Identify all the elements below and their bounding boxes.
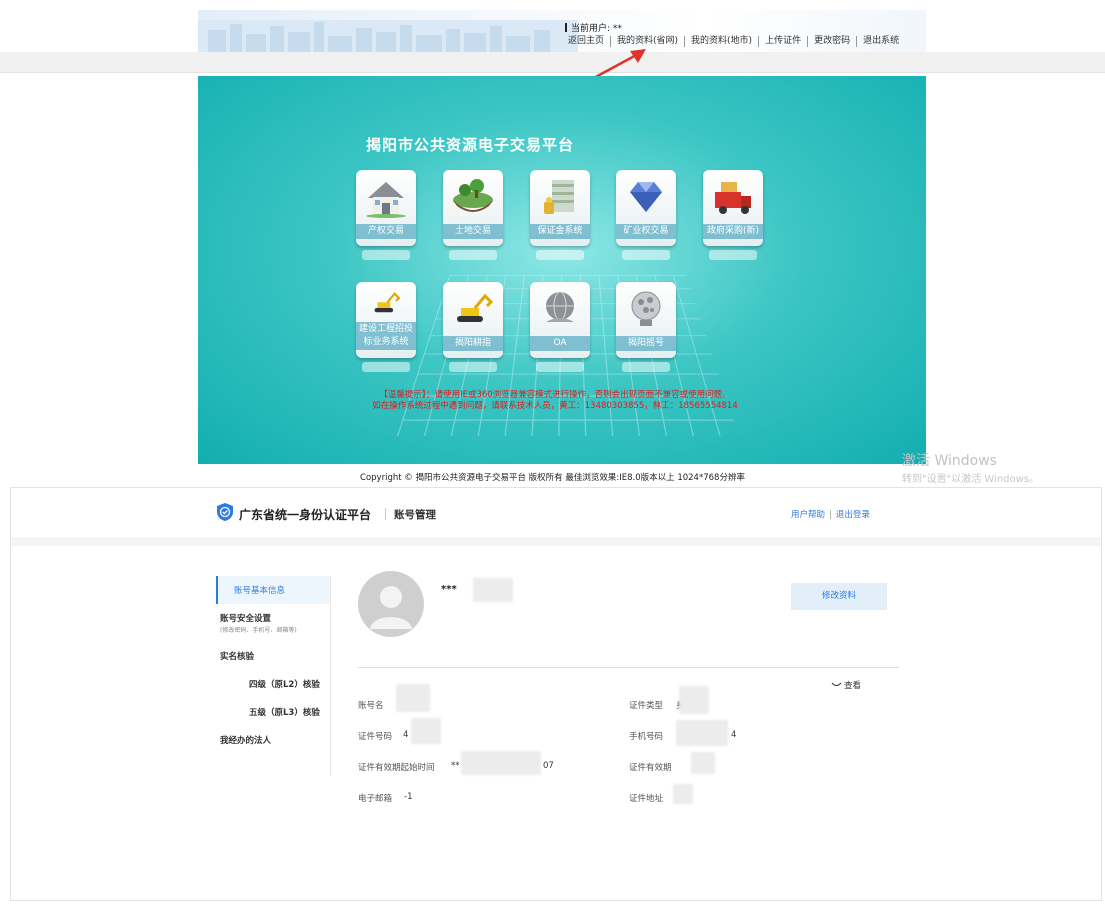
portal-title: 揭阳市公共资源电子交易平台 xyxy=(366,136,575,154)
valid-start-label: 证件有效期起始时间 xyxy=(358,763,435,773)
redacted-phone xyxy=(676,720,728,746)
view-label: 查看 xyxy=(844,681,862,691)
tile-label: 建设工程招投标业务系统 xyxy=(356,322,416,350)
sidebar-item-sublabel: (修改密码、手机号、邮箱等) xyxy=(220,627,297,634)
view-toggle[interactable]: 查看 xyxy=(831,679,861,691)
nav-change-password-link[interactable]: 更改密码 xyxy=(808,36,858,47)
tile-construction-bidding[interactable]: 建设工程招投标业务系统 xyxy=(356,282,416,372)
truck-icon xyxy=(715,182,751,214)
sidebar-item-label: 我经办的法人 xyxy=(220,736,272,746)
redacted-valid-start xyxy=(461,751,541,775)
valid-period-label: 证件有效期 xyxy=(629,763,672,773)
tile-label: 揭阳摇号 xyxy=(616,336,676,351)
windows-activate-subtitle: 转到"设置"以激活 Windows。 xyxy=(902,474,1040,485)
tile-label: OA xyxy=(530,336,590,351)
user-name: *** xyxy=(441,584,457,595)
logout-link[interactable]: 退出登录 xyxy=(836,510,870,520)
id-number-label: 证件号码 xyxy=(358,732,393,742)
profile-divider xyxy=(358,667,899,668)
shield-check-icon xyxy=(217,503,233,521)
sidebar-item-level5-verification[interactable]: 五级（原L3）核验 xyxy=(216,698,331,726)
user-help-link[interactable]: 用户帮助 xyxy=(791,510,825,520)
tile-property-trading[interactable]: 产权交易 xyxy=(356,170,416,260)
tile-label: 土地交易 xyxy=(443,224,503,239)
tile-label: 保证金系统 xyxy=(530,224,590,239)
redacted-username xyxy=(473,578,513,602)
redacted-id-type xyxy=(679,686,709,714)
link-separator: | xyxy=(829,510,832,520)
tile-oa[interactable]: OA xyxy=(530,282,590,372)
email-label: 电子邮箱 xyxy=(358,794,393,804)
redacted-account-name xyxy=(396,684,430,712)
sidebar-item-label: 账号安全设置 xyxy=(220,614,272,624)
tile-label: 揭阳耕指 xyxy=(443,336,503,351)
nav-profile-city-link[interactable]: 我的资料(地市) xyxy=(685,36,760,47)
account-management-title: 账号管理 xyxy=(394,509,436,521)
city-skyline-banner xyxy=(198,20,578,52)
current-user-label: 当前用户: ** xyxy=(565,21,622,34)
portal-main-panel: 揭阳市公共资源电子交易平台 产权交易 土地交易 保证金系统 矿业权交易 政府采购… xyxy=(198,76,926,464)
redacted-valid-period xyxy=(691,752,715,774)
id-type-label: 证件类型 xyxy=(629,701,664,711)
windows-activate-title: 激活 Windows xyxy=(902,453,997,469)
sidebar-item-label: 实名核验 xyxy=(220,652,255,662)
diamond-icon xyxy=(630,182,662,212)
phone-value: 4 xyxy=(731,730,737,740)
account-header: 广东省统一身份认证平台 账号管理 用户帮助 | 退出登录 xyxy=(11,488,1101,538)
sidebar-item-real-name-verification[interactable]: 实名核验 xyxy=(216,642,331,670)
account-sidebar: 账号基本信息 账号安全设置 (修改密码、手机号、邮箱等) 实名核验 四级（原L2）… xyxy=(216,576,331,754)
excavator-icon xyxy=(374,292,401,313)
header-divider-band xyxy=(0,52,1105,73)
tile-label: 矿业权交易 xyxy=(616,224,676,239)
warm-tip-notice: 【温馨提示】：请使用IE或360浏览器兼容模式进行操作，否则会出现页面不兼容或使… xyxy=(355,390,755,412)
id-number-value: 4 xyxy=(403,730,409,740)
nav-logout-link[interactable]: 退出系统 xyxy=(857,36,905,47)
platform-brand: 广东省统一身份认证平台 xyxy=(239,508,372,522)
tile-government-procurement[interactable]: 政府采购(新) xyxy=(703,170,763,260)
house-icon xyxy=(366,182,406,218)
user-silhouette-icon xyxy=(370,586,412,629)
tile-mining-rights[interactable]: 矿业权交易 xyxy=(616,170,676,260)
warm-tip-line-1: 【温馨提示】：请使用IE或360浏览器兼容模式进行操作，否则会出现页面不兼容或使… xyxy=(379,390,731,400)
phone-label: 手机号码 xyxy=(629,732,664,742)
sidebar-item-security-settings[interactable]: 账号安全设置 (修改密码、手机号、邮箱等) xyxy=(216,604,331,642)
tile-jieyang-lottery[interactable]: 揭阳摇号 xyxy=(616,282,676,372)
tile-jieyang-tillage[interactable]: 揭阳耕指 xyxy=(443,282,503,372)
nav-upload-certificate-link[interactable]: 上传证件 xyxy=(759,36,809,47)
land-icon xyxy=(453,179,493,212)
edit-profile-button[interactable]: 修改资料 xyxy=(791,583,887,610)
lottery-icon xyxy=(631,291,661,326)
sidebar-item-basic-info[interactable]: 账号基本信息 xyxy=(216,576,331,604)
id-address-label: 证件地址 xyxy=(629,794,664,804)
warm-tip-line-2: 如在操作系统过程中遇到问题，请联系技术人员，黄工：13480303855，林工：… xyxy=(372,401,738,411)
sidebar-divider xyxy=(330,576,331,776)
header-separator xyxy=(385,508,386,520)
sidebar-item-label: 账号基本信息 xyxy=(234,586,286,596)
avatar xyxy=(358,571,424,637)
money-icon xyxy=(544,180,574,214)
tile-deposit-system[interactable]: 保证金系统 xyxy=(530,170,590,260)
excavator-icon xyxy=(457,293,494,322)
valid-start-prefix: ** xyxy=(451,761,460,771)
redacted-address xyxy=(673,784,693,804)
sidebar-item-level4-verification[interactable]: 四级（原L2）核验 xyxy=(216,670,331,698)
email-value: -1 xyxy=(404,792,413,802)
sidebar-item-legal-entities[interactable]: 我经办的法人 xyxy=(216,726,331,754)
header-links: 用户帮助 | 退出登录 xyxy=(791,508,870,520)
header-band xyxy=(11,538,1101,546)
account-management-page: 广东省统一身份认证平台 账号管理 用户帮助 | 退出登录 账号基本信息 账号安全设置… xyxy=(10,487,1102,901)
tile-label: 政府采购(新) xyxy=(703,224,763,239)
eye-closed-icon xyxy=(831,682,842,686)
tile-land-trading[interactable]: 土地交易 xyxy=(443,170,503,260)
sidebar-item-label: 四级（原L2）核验 xyxy=(249,680,320,690)
account-name-label: 账号名 xyxy=(358,701,384,711)
valid-start-suffix: 07 xyxy=(543,761,554,771)
tile-label: 产权交易 xyxy=(356,224,416,239)
redacted-id-number xyxy=(411,718,441,744)
globe-icon xyxy=(546,291,574,322)
sidebar-item-label: 五级（原L3）核验 xyxy=(249,708,320,718)
